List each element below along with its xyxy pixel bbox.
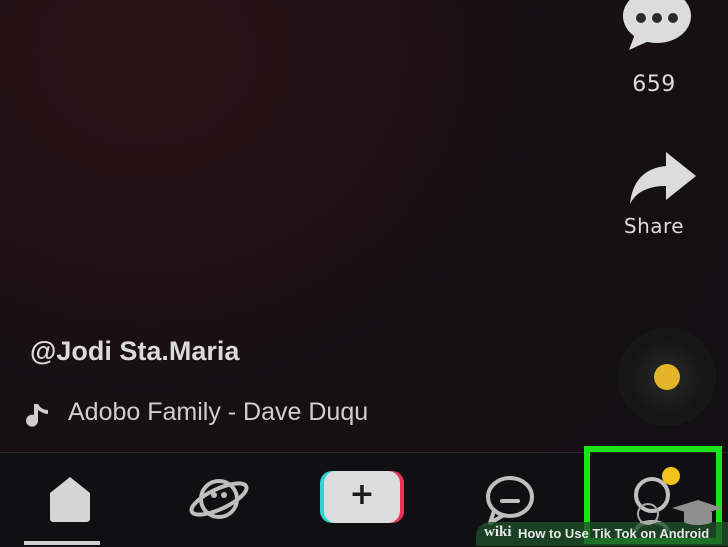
music-note-icon	[26, 404, 48, 427]
share-arrow-icon[interactable]	[628, 148, 698, 208]
comment-count: 659	[632, 72, 676, 97]
planet-icon	[189, 479, 249, 519]
share-label: Share	[623, 214, 685, 238]
music-info[interactable]: Adobo Family - Dave Duqu	[26, 396, 396, 436]
nav-create[interactable]: +	[316, 453, 408, 547]
watermark-title: How to Use Tik Tok on Android	[518, 526, 710, 541]
graduation-cap-icon	[637, 500, 722, 525]
home-icon	[50, 477, 90, 522]
nav-discover[interactable]	[180, 453, 260, 547]
song-title: Adobo Family - Dave Duqu	[68, 398, 369, 426]
nav-home[interactable]	[32, 453, 112, 547]
create-button[interactable]: +	[320, 471, 404, 523]
plus-icon: +	[349, 477, 375, 512]
creator-handle[interactable]: @Jodi Sta.Maria	[30, 336, 239, 367]
watermark-brand: wiki	[484, 524, 512, 540]
home-active-indicator	[24, 541, 100, 545]
disc-center	[654, 364, 680, 390]
chat-bubble-icon	[486, 476, 534, 525]
music-disc[interactable]	[618, 328, 716, 426]
comment-bubble-icon[interactable]	[621, 0, 693, 52]
